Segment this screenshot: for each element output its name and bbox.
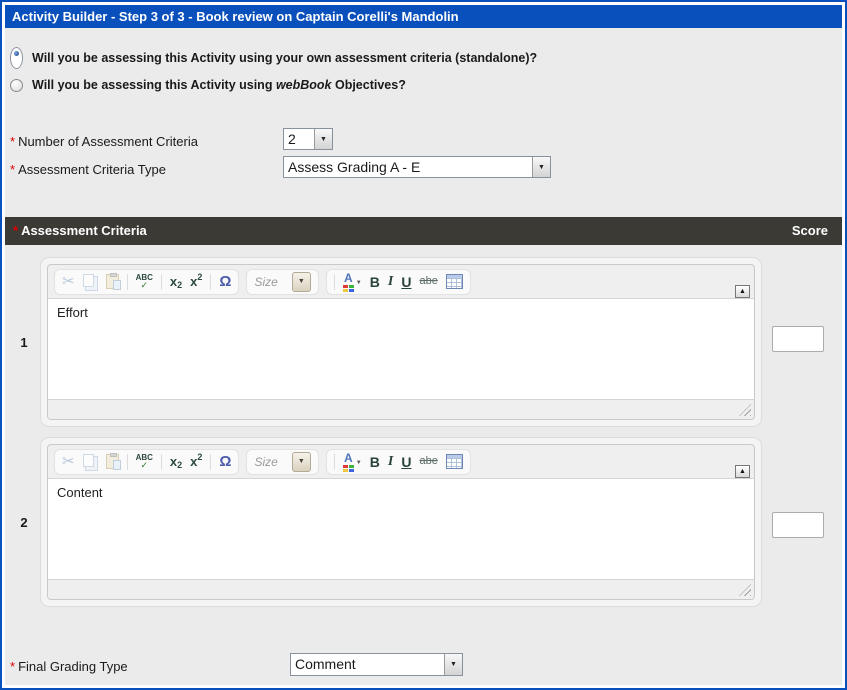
paste-icon[interactable] [106, 274, 119, 290]
radio-option-webbook-objectives[interactable]: Will you be assessing this Activity usin… [10, 77, 406, 93]
toolbar-separator [334, 274, 335, 290]
font-size-dropdown[interactable]: ▼ [292, 272, 311, 292]
toolbar-separator [210, 274, 211, 290]
criteria-type-select[interactable]: Assess Grading A - E ▼ [283, 156, 551, 178]
criterion-number: 1 [12, 335, 36, 350]
criterion-editor-2: ✂ ABC✓ x2 x2 Ω Size ▼ A▼ B I U [40, 437, 762, 607]
underline-icon[interactable]: U [401, 455, 411, 469]
superscript-icon[interactable]: x2 [190, 455, 202, 468]
editor-toolbar: ✂ ABC✓ x2 x2 Ω Size ▼ A▼ B I U [48, 265, 754, 298]
final-grading-value: Comment [291, 654, 444, 675]
score-input-2[interactable] [772, 512, 824, 538]
score-input-1[interactable] [772, 326, 824, 352]
chevron-down-icon: ▼ [356, 280, 362, 286]
dropdown-arrow-icon[interactable]: ▼ [314, 129, 332, 149]
page-title: Activity Builder - Step 3 of 3 - Book re… [12, 9, 459, 24]
copy-icon[interactable] [83, 274, 98, 290]
resize-handle-icon[interactable] [739, 404, 751, 416]
radio-option-standalone[interactable]: Will you be assessing this Activity usin… [10, 50, 537, 66]
bold-icon[interactable]: B [370, 455, 380, 469]
italic-icon[interactable]: I [388, 455, 393, 469]
webbook-italic: webBook [276, 78, 332, 92]
editor-toolbar: ✂ ABC✓ x2 x2 Ω Size ▼ A▼ B I U [48, 445, 754, 478]
spellcheck-icon[interactable]: ABC✓ [136, 454, 153, 470]
text-color-icon[interactable]: A▼ [343, 452, 362, 472]
subscript-icon[interactable]: x2 [170, 455, 182, 468]
toolbar-separator [161, 454, 162, 470]
toolbar-separator [127, 454, 128, 470]
copy-icon[interactable] [83, 454, 98, 470]
editor-content[interactable]: Effort [48, 298, 754, 400]
cut-icon[interactable]: ✂ [62, 454, 75, 469]
font-size-label: Size [254, 455, 277, 469]
dropdown-arrow-icon[interactable]: ▼ [532, 157, 550, 177]
cut-icon[interactable]: ✂ [62, 274, 75, 289]
table-icon[interactable] [446, 274, 463, 289]
radio-button-icon[interactable] [10, 79, 23, 92]
scroll-up-icon[interactable]: ▲ [735, 465, 750, 478]
toolbar-group-size: Size ▼ [246, 269, 318, 295]
rich-text-editor: ✂ ABC✓ x2 x2 Ω Size ▼ A▼ B I U [47, 444, 755, 600]
toolbar-separator [161, 274, 162, 290]
final-grading-select[interactable]: Comment ▼ [290, 653, 463, 676]
num-criteria-label: *Number of Assessment Criteria [10, 134, 198, 149]
score-column-header: Score [792, 217, 828, 245]
table-icon[interactable] [446, 454, 463, 469]
toolbar-group-format: A▼ B I U abe [326, 449, 471, 475]
num-criteria-select[interactable]: 2 ▼ [283, 128, 333, 150]
resize-handle-icon[interactable] [739, 584, 751, 596]
strikethrough-icon[interactable]: abe [419, 456, 437, 467]
radio-label: Will you be assessing this Activity usin… [32, 51, 537, 65]
criterion-editor-1: ✂ ABC✓ x2 x2 Ω Size ▼ A▼ B I U [40, 257, 762, 427]
page-title-bar: Activity Builder - Step 3 of 3 - Book re… [5, 5, 842, 28]
subscript-icon[interactable]: x2 [170, 275, 182, 288]
final-grading-label: *Final Grading Type [10, 659, 128, 674]
font-size-dropdown[interactable]: ▼ [292, 452, 311, 472]
toolbar-separator [127, 274, 128, 290]
toolbar-group-clipboard: ✂ ABC✓ x2 x2 Ω [54, 269, 239, 295]
dropdown-arrow-icon[interactable]: ▼ [444, 654, 462, 675]
special-character-icon[interactable]: Ω [219, 454, 231, 469]
chevron-down-icon: ▼ [356, 460, 362, 466]
strikethrough-icon[interactable]: abe [419, 276, 437, 287]
editor-statusbar [48, 400, 754, 419]
toolbar-group-clipboard: ✂ ABC✓ x2 x2 Ω [54, 449, 239, 475]
radio-button-selected-icon[interactable] [10, 47, 23, 69]
criteria-type-value: Assess Grading A - E [284, 157, 532, 177]
section-title: Assessment Criteria [21, 217, 147, 245]
text-color-icon[interactable]: A▼ [343, 272, 362, 292]
font-size-label: Size [254, 275, 277, 289]
paste-icon[interactable] [106, 454, 119, 470]
toolbar-separator [210, 454, 211, 470]
italic-icon[interactable]: I [388, 275, 393, 289]
toolbar-group-size: Size ▼ [246, 449, 318, 475]
editor-statusbar [48, 580, 754, 599]
assessment-criteria-header-bar: * Assessment Criteria Score [5, 217, 842, 245]
special-character-icon[interactable]: Ω [219, 274, 231, 289]
num-criteria-value: 2 [284, 129, 314, 149]
underline-icon[interactable]: U [401, 275, 411, 289]
editor-content[interactable]: Content [48, 478, 754, 580]
spellcheck-icon[interactable]: ABC✓ [136, 274, 153, 290]
rich-text-editor: ✂ ABC✓ x2 x2 Ω Size ▼ A▼ B I U [47, 264, 755, 420]
bold-icon[interactable]: B [370, 275, 380, 289]
toolbar-separator [334, 454, 335, 470]
superscript-icon[interactable]: x2 [190, 275, 202, 288]
criteria-type-label: *Assessment Criteria Type [10, 162, 166, 177]
criterion-number: 2 [12, 515, 36, 530]
scroll-up-icon[interactable]: ▲ [735, 285, 750, 298]
radio-label: Will you be assessing this Activity usin… [32, 78, 406, 92]
toolbar-group-format: A▼ B I U abe [326, 269, 471, 295]
